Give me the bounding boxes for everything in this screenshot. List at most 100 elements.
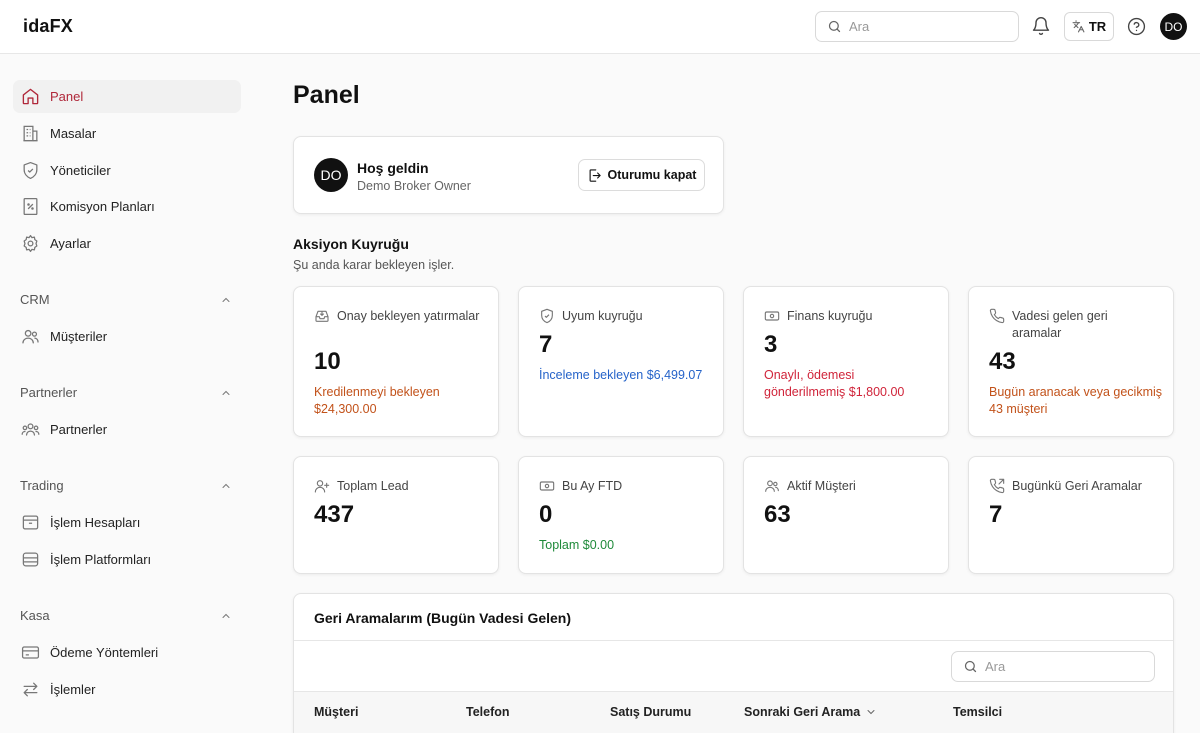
sidebar-item-islem-hesaplari[interactable]: İşlem Hesapları [13, 506, 241, 539]
sidebar-section-partnerler[interactable]: Partnerler [20, 385, 232, 403]
sidebar-item-label: Partnerler [50, 422, 108, 437]
global-search[interactable] [815, 11, 1019, 42]
group-icon [21, 420, 40, 439]
sidebar-item-masalar[interactable]: Masalar [13, 117, 241, 150]
sidebar-item-label: Panel [50, 89, 84, 104]
table-header: Müşteri Telefon Satış Durumu Sonraki Ger… [294, 692, 1173, 733]
sidebar-section-trading[interactable]: Trading [20, 478, 232, 496]
stat-value: 43 [989, 348, 1016, 375]
top-bar: idaFX TR DO [0, 0, 1200, 54]
column-header-phone[interactable]: Telefon [466, 705, 510, 719]
column-label: Satış Durumu [610, 705, 692, 719]
sort-chevron-down-icon[interactable] [865, 706, 877, 718]
banknote-icon [539, 478, 555, 494]
column-label: Müşteri [314, 705, 359, 719]
sidebar-item-musteriler[interactable]: Müşteriler [13, 320, 241, 353]
section-title: Trading [20, 478, 64, 493]
search-icon [963, 659, 978, 674]
stat-label: Finans kuyruğu [787, 309, 873, 323]
sidebar-item-partnerler[interactable]: Partnerler [13, 413, 241, 446]
table-search-input[interactable] [985, 659, 1135, 674]
stat-note: Bugün aranacak veya gecikmiş 43 müşteri [989, 385, 1163, 416]
queue-card-pending-deposits[interactable]: Onay bekleyen yatırmalar 10 Kredilenmeyi… [293, 286, 499, 437]
column-header-representative[interactable]: Temsilci [953, 705, 1002, 719]
column-label: Temsilci [953, 705, 1003, 719]
stat-value: 7 [989, 501, 1003, 528]
home-icon [21, 87, 40, 106]
stat-card-active-customers[interactable]: Aktif Müşteri 63 [743, 456, 949, 574]
stat-note: Toplam $0.00 [539, 538, 615, 552]
user-avatar[interactable]: DO [1160, 13, 1187, 40]
banknote-icon [764, 308, 780, 324]
brand-logo[interactable]: idaFX [23, 16, 73, 37]
inbox-icon [314, 308, 330, 324]
table-search[interactable] [951, 651, 1155, 682]
stat-card-todays-callbacks[interactable]: Bugünkü Geri Aramalar 7 [968, 456, 1174, 574]
sidebar-item-label: Müşteriler [50, 329, 108, 344]
sidebar-item-ayarlar[interactable]: Ayarlar [13, 227, 241, 260]
chevron-up-icon[interactable] [220, 387, 232, 399]
sidebar-item-islemler[interactable]: İşlemler [13, 673, 241, 706]
queue-card-compliance[interactable]: Uyum kuyruğu 7 İnceleme bekleyen $6,499.… [518, 286, 724, 437]
arrows-swap-icon [21, 680, 40, 699]
stat-label: Vadesi gelen geri aramalar [1012, 309, 1108, 340]
phone-icon [989, 308, 1005, 324]
help-icon[interactable] [1127, 17, 1146, 36]
phone-outgoing-icon [989, 478, 1005, 494]
action-queue-title: Aksiyon Kuyruğu [293, 236, 409, 252]
sidebar-item-yoneticiler[interactable]: Yöneticiler [13, 154, 241, 187]
users-icon [21, 327, 40, 346]
callbacks-table-title: Geri Aramalarım (Bugün Vadesi Gelen) [314, 610, 572, 626]
sidebar-item-komisyon-planlari[interactable]: Komisyon Planları [13, 190, 241, 223]
stat-label: Bugünkü Geri Aramalar [1012, 479, 1142, 493]
logout-button[interactable]: Oturumu kapat [578, 159, 705, 191]
queue-card-due-callbacks[interactable]: Vadesi gelen geri aramalar 43 Bugün aran… [968, 286, 1174, 437]
stat-value: 0 [539, 501, 553, 528]
language-code: TR [1088, 19, 1107, 34]
search-icon [827, 19, 842, 34]
welcome-user-name: Demo Broker Owner [357, 179, 471, 193]
translate-icon [1072, 20, 1085, 33]
percent-doc-icon [21, 197, 40, 216]
sidebar-item-islem-platformlari[interactable]: İşlem Platformları [13, 543, 241, 576]
stat-label: Toplam Lead [337, 479, 409, 493]
stat-card-monthly-ftd[interactable]: Bu Ay FTD 0 Toplam $0.00 [518, 456, 724, 574]
stat-value: 437 [314, 501, 355, 528]
column-header-next-callback[interactable]: Sonraki Geri Arama [744, 705, 877, 719]
sidebar-section-kasa[interactable]: Kasa [20, 608, 232, 626]
sidebar-item-label: İşlem Hesapları [50, 515, 141, 530]
sidebar-section-crm[interactable]: CRM [20, 292, 232, 310]
users-icon [764, 478, 780, 494]
stat-value: 7 [539, 331, 553, 358]
welcome-card: DO Hoş geldin Demo Broker Owner Oturumu … [293, 136, 724, 214]
stat-note: Onaylı, ödemesi gönderilmemiş $1,800.00 [764, 368, 905, 399]
stat-value: 63 [764, 501, 791, 528]
stat-note: İnceleme bekleyen $6,499.07 [539, 368, 703, 382]
building-icon [21, 124, 40, 143]
language-switcher-button[interactable]: TR [1064, 12, 1114, 41]
notifications-bell-icon[interactable] [1031, 16, 1051, 36]
column-header-customer[interactable]: Müşteri [314, 705, 358, 719]
sidebar-item-panel[interactable]: Panel [13, 80, 241, 113]
column-label: Sonraki Geri Arama [744, 705, 861, 719]
chevron-up-icon[interactable] [220, 294, 232, 306]
gear-icon [21, 234, 40, 253]
sidebar-item-label: İşlemler [50, 682, 96, 697]
chevron-up-icon[interactable] [220, 610, 232, 622]
archive-icon [21, 513, 40, 532]
callbacks-table-card: Geri Aramalarım (Bugün Vadesi Gelen) Müş… [293, 593, 1174, 733]
queue-card-finance[interactable]: Finans kuyruğu 3 Onaylı, ödemesi gönderi… [743, 286, 949, 437]
stat-label: Aktif Müşteri [787, 479, 856, 493]
stat-card-total-leads[interactable]: Toplam Lead 437 [293, 456, 499, 574]
global-search-input[interactable] [849, 19, 999, 34]
sidebar-item-odeme-yontemleri[interactable]: Ödeme Yöntemleri [13, 636, 241, 669]
chevron-up-icon[interactable] [220, 480, 232, 492]
column-header-sales-status[interactable]: Satış Durumu [610, 705, 691, 719]
stat-label: Onay bekleyen yatırmalar [337, 309, 480, 323]
sidebar-item-label: Yöneticiler [50, 163, 111, 178]
column-label: Telefon [466, 705, 510, 719]
action-queue-subtitle: Şu anda karar bekleyen işler. [293, 258, 455, 272]
page-title: Panel [293, 81, 360, 109]
sidebar-item-label: Masalar [50, 126, 97, 141]
logout-label: Oturumu kapat [607, 168, 697, 182]
